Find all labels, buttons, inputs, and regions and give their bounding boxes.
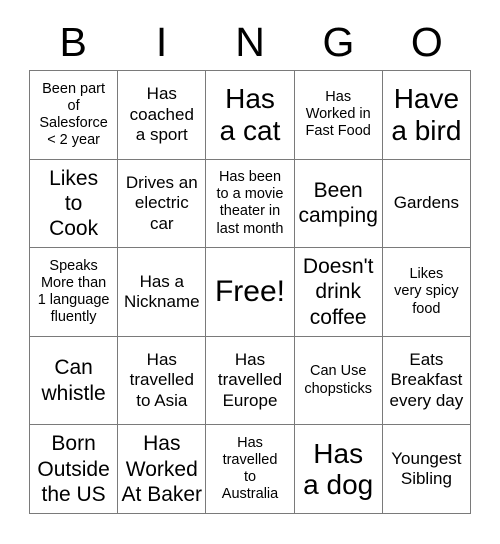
bingo-free-space-label: Free! <box>214 275 285 309</box>
bingo-cell-label: Youngest Sibling <box>391 448 462 489</box>
bingo-cell-r4c3[interactable]: Has travelled Europe <box>206 336 295 426</box>
bingo-cell-r2c5[interactable]: Gardens <box>382 159 471 249</box>
bingo-cell-r1c3[interactable]: Has a cat <box>206 71 295 160</box>
bingo-cell-r2c2[interactable]: Drives an electric car <box>118 159 207 249</box>
bingo-header-row: B I N G O <box>29 14 471 70</box>
bingo-grid: Been part of Salesforce < 2 year Has coa… <box>29 70 471 514</box>
bingo-cell-r4c2[interactable]: Has travelled to Asia <box>118 336 207 426</box>
bingo-cell-r5c5[interactable]: Youngest Sibling <box>382 425 471 514</box>
bingo-header-letter-b: B <box>59 18 87 65</box>
bingo-cell-r5c3[interactable]: Has travelled to Australia <box>206 425 295 514</box>
bingo-cell-label: Drives an electric car <box>125 172 198 233</box>
bingo-cell-r2c4[interactable]: Been camping <box>294 159 383 249</box>
bingo-cell-r4c4[interactable]: Can Use chopsticks <box>294 336 383 426</box>
bingo-cell-label: Can whistle <box>41 356 106 405</box>
bingo-cell-r4c5[interactable]: Eats Breakfast every day <box>382 336 471 426</box>
bingo-cell-r5c2[interactable]: Has Worked At Baker <box>118 425 207 514</box>
bingo-cell-label: Born Outside the US <box>37 432 110 506</box>
bingo-cell-label: Have a bird <box>391 83 462 146</box>
bingo-cell-label: Speaks More than 1 language fluently <box>37 257 110 326</box>
bingo-header-letter-n: N <box>235 18 265 65</box>
bingo-cell-r3c1[interactable]: Speaks More than 1 language fluently <box>30 248 119 337</box>
bingo-cell-label: Has been to a movie theater in last mont… <box>216 169 284 237</box>
bingo-cell-label: Can Use chopsticks <box>304 363 373 397</box>
bingo-cell-r1c2[interactable]: Has coached a sport <box>118 71 207 160</box>
bingo-cell-r3c4[interactable]: Doesn't drink coffee <box>294 248 383 337</box>
bingo-card: B I N G O Been part of Salesforce < 2 ye… <box>0 0 500 544</box>
bingo-header-letter-g: G <box>322 18 355 65</box>
bingo-cell-label: Has travelled to Australia <box>221 434 279 503</box>
bingo-cell-label: Has a Nickname <box>123 271 200 311</box>
bingo-cell-r3c2[interactable]: Has a Nickname <box>118 248 207 337</box>
bingo-cell-r2c3[interactable]: Has been to a movie theater in last mont… <box>206 159 295 249</box>
bingo-cell-label: Has Worked in Fast Food <box>305 89 371 140</box>
bingo-cell-label: Has travelled Europe <box>217 350 283 410</box>
bingo-cell-label: Been camping <box>298 179 378 228</box>
bingo-cell-r5c4[interactable]: Has a dog <box>294 425 383 514</box>
bingo-cell-free-space[interactable]: Free! <box>206 248 295 337</box>
bingo-cell-label: Likes to Cook <box>49 166 99 240</box>
bingo-cell-r1c4[interactable]: Has Worked in Fast Food <box>294 71 383 160</box>
bingo-cell-label: Has Worked At Baker <box>121 432 203 506</box>
bingo-cell-label: Has a cat <box>219 83 281 146</box>
bingo-cell-label: Been part of Salesforce < 2 year <box>39 80 108 148</box>
bingo-header-letter-i: I <box>155 18 168 65</box>
bingo-cell-label: Has coached a sport <box>129 84 194 144</box>
bingo-cell-r1c1[interactable]: Been part of Salesforce < 2 year <box>30 71 119 160</box>
bingo-cell-r5c1[interactable]: Born Outside the US <box>30 425 119 514</box>
bingo-cell-r3c5[interactable]: Likes very spicy food <box>382 248 471 337</box>
bingo-cell-label: Gardens <box>393 193 459 213</box>
bingo-cell-label: Has travelled to Asia <box>129 350 194 410</box>
bingo-cell-r1c5[interactable]: Have a bird <box>382 71 471 160</box>
bingo-cell-label: Doesn't drink coffee <box>302 255 374 329</box>
bingo-cell-label: Eats Breakfast every day <box>389 350 464 410</box>
bingo-cell-r4c1[interactable]: Can whistle <box>30 336 119 426</box>
bingo-cell-label: Likes very spicy food <box>394 266 459 317</box>
bingo-cell-r2c1[interactable]: Likes to Cook <box>30 159 119 249</box>
bingo-header-letter-o: O <box>410 18 443 65</box>
bingo-cell-label: Has a dog <box>303 437 374 501</box>
